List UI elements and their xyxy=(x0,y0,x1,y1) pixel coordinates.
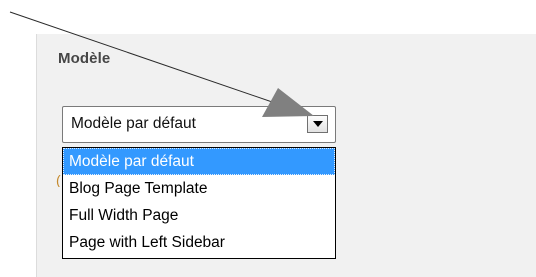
dropdown-option-default-template[interactable]: Modèle par défaut xyxy=(63,148,335,175)
template-dropdown-list[interactable]: Modèle par défaut Blog Page Template Ful… xyxy=(62,147,336,259)
template-select-value: Modèle par défaut xyxy=(71,115,196,132)
chevron-down-icon[interactable] xyxy=(307,115,328,133)
template-section-title: Modèle xyxy=(58,50,111,67)
dropdown-option-blog-page-template[interactable]: Blog Page Template xyxy=(63,175,335,202)
dropdown-option-left-sidebar-page[interactable]: Page with Left Sidebar xyxy=(63,229,335,256)
screen: Modèle Modèle par défaut ( Modèle par dé… xyxy=(0,0,536,277)
dropdown-option-full-width-page[interactable]: Full Width Page xyxy=(63,202,335,229)
template-select[interactable]: Modèle par défaut xyxy=(62,106,336,143)
